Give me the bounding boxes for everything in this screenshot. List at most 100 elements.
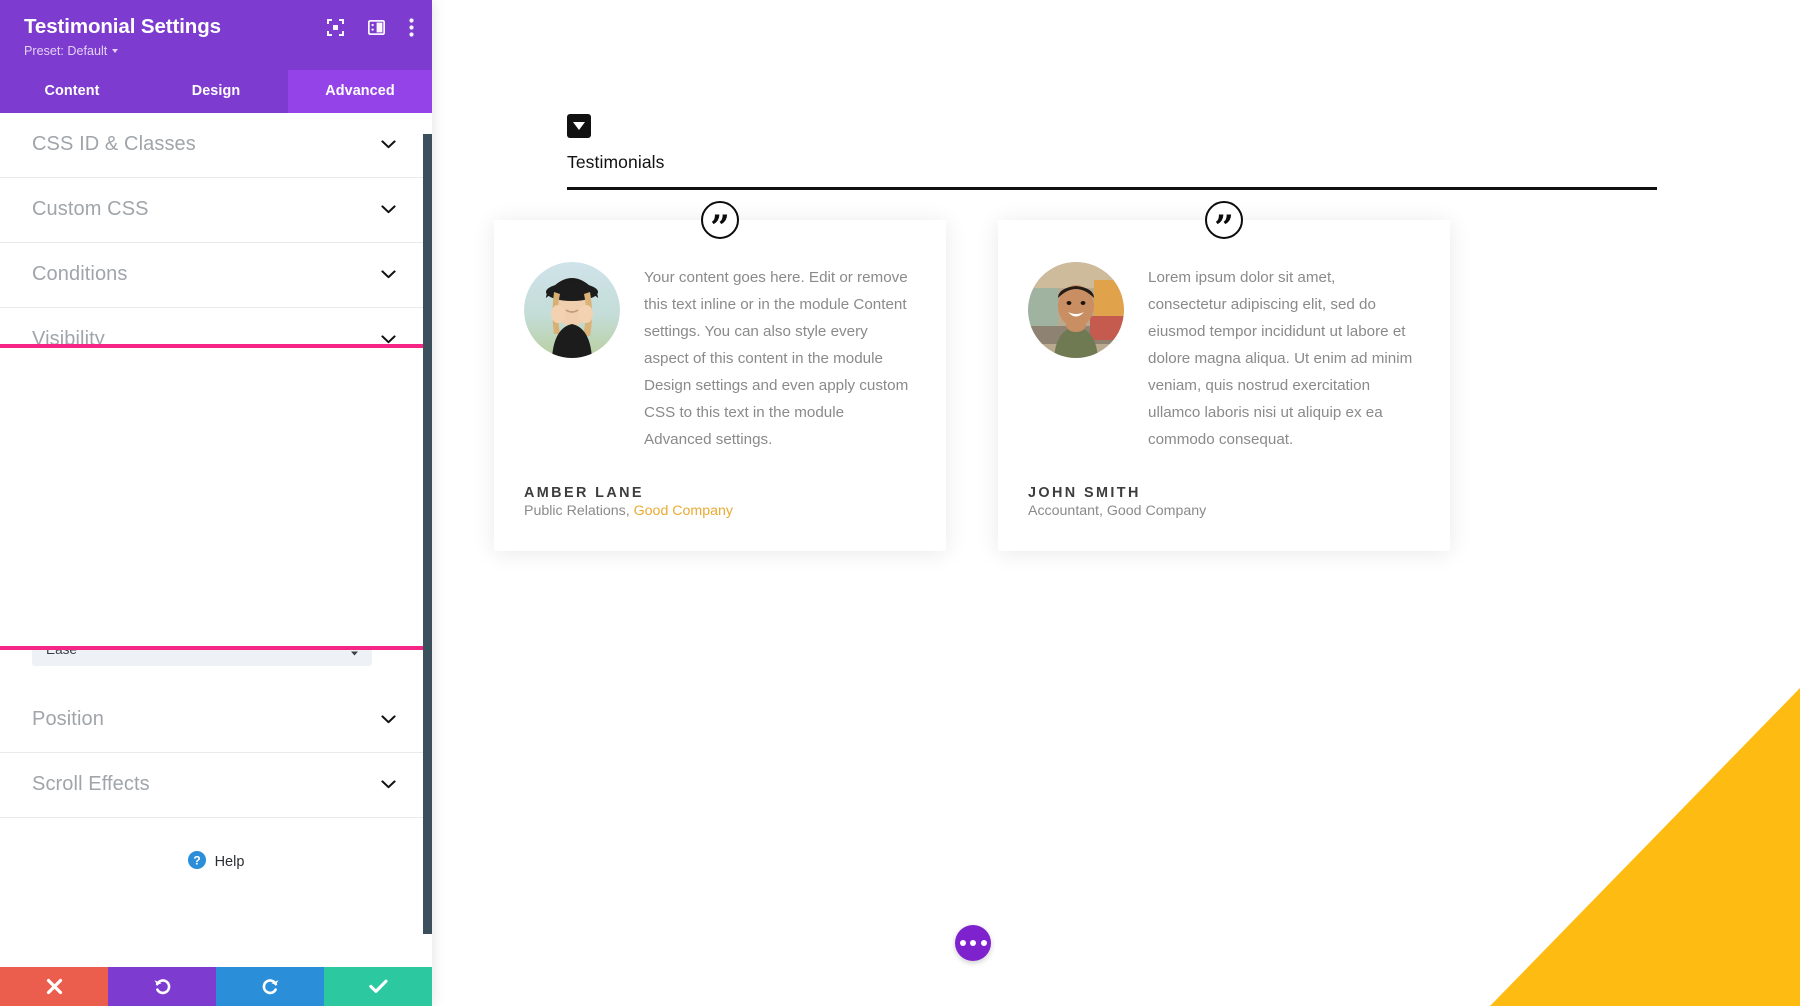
ellipsis-icon (970, 940, 976, 946)
transition-delay-slider[interactable] (27, 557, 298, 573)
redo-button[interactable] (216, 967, 324, 1006)
accordion-css-id-classes[interactable]: CSS ID & Classes (0, 112, 432, 178)
field-transition-delay: Transition Delay 0ms (0, 498, 432, 582)
panel-tabs: Content Design Advanced (0, 69, 432, 113)
section-title: Testimonials (567, 152, 665, 172)
chevron-down-icon (381, 266, 396, 284)
more-vertical-icon[interactable] (409, 18, 414, 37)
module-settings-panel: Testimonial Settings Preset: Default Con… (0, 0, 432, 1006)
tab-advanced[interactable]: Advanced (288, 69, 432, 113)
cancel-button[interactable] (0, 967, 108, 1006)
quote-icon: ” (701, 201, 739, 239)
redo-icon (262, 979, 279, 995)
transition-speed-curve-select[interactable]: Ease (32, 633, 372, 666)
transitions-header[interactable]: Transitions (0, 373, 432, 430)
testimonial-card[interactable]: ” (494, 201, 946, 551)
transition-delay-value[interactable]: 0ms (314, 549, 402, 580)
chevron-up-icon[interactable] (367, 397, 382, 415)
field-label: Transition Duration (32, 435, 156, 451)
corner-accent-triangle (1490, 688, 1800, 1006)
testimonial-body: Lorem ipsum dolor sit amet, consectetur … (1028, 262, 1416, 453)
section-header: Testimonials (567, 114, 1657, 190)
slider-row: 300ms (32, 465, 402, 496)
transition-duration-slider[interactable] (32, 473, 298, 489)
help-button[interactable]: ? Help (0, 818, 432, 874)
author-role: Accountant, Good Company (1028, 503, 1206, 519)
author-name: AMBER LANE (524, 485, 644, 501)
field-label: Transition Delay (32, 519, 137, 535)
transition-duration-value[interactable]: 300ms (314, 465, 402, 496)
testimonial-text: Your content goes here. Edit or remove t… (644, 269, 909, 449)
testimonial-author: JOHN SMITH Accountant, Good Company (1028, 485, 1206, 519)
panel-footer (0, 967, 432, 1006)
testimonial-card[interactable]: ” (998, 201, 1450, 551)
accordion-label: Position (32, 708, 104, 731)
accordion-position[interactable]: Position (0, 687, 432, 753)
author-role: Public Relations, Good Company (524, 503, 733, 519)
preset-label: Preset: Default (24, 43, 108, 58)
spinner-icon (350, 643, 359, 656)
select-value: Ease (46, 642, 77, 658)
testimonial-text: Lorem ipsum dolor sit amet, consectetur … (1148, 269, 1413, 449)
accordion-label: Custom CSS (32, 198, 149, 221)
field-transition-speed-curve: Transition Speed Curve Ease (0, 582, 432, 668)
author-name: JOHN SMITH (1028, 485, 1141, 501)
caret-down-icon (573, 122, 585, 130)
chevron-down-icon (381, 201, 396, 219)
transitions-header-icons (367, 395, 402, 417)
author-company-link[interactable]: Good Company (634, 503, 733, 519)
page-settings-fab[interactable] (955, 925, 991, 961)
accordion-custom-css[interactable]: Custom CSS (0, 177, 432, 243)
screen-root: Testimonial Settings Preset: Default Con… (0, 0, 1800, 1006)
avatar (524, 262, 620, 358)
ellipsis-icon (959, 940, 966, 946)
chevron-down-icon (381, 331, 396, 349)
accordion-scroll-effects[interactable]: Scroll Effects (0, 752, 432, 818)
testimonial-author: AMBER LANE Public Relations, Good Compan… (524, 485, 733, 519)
transitions-label: Transitions (32, 394, 131, 417)
undo-icon (153, 979, 170, 995)
chevron-down-icon (381, 776, 396, 794)
testimonial-body: Your content goes here. Edit or remove t… (524, 262, 912, 453)
panel-header-icons (327, 18, 414, 37)
accordion-conditions[interactable]: Conditions (0, 242, 432, 308)
quote-icon: ” (1205, 201, 1243, 239)
page-preview: Testimonials ” Your content goes here. E… (432, 0, 1800, 1006)
help-label: Help (214, 854, 245, 871)
accordion-transitions: Transitions Transition Duration 300ms Tr… (0, 372, 432, 688)
layout-panel-icon[interactable] (367, 19, 386, 36)
section-collapse-toggle[interactable] (567, 114, 591, 138)
focus-icon[interactable] (327, 19, 344, 36)
chevron-down-icon (381, 711, 396, 729)
chevron-down-icon (381, 136, 396, 154)
field-transition-duration: Transition Duration 300ms (0, 430, 432, 498)
ellipsis-icon (980, 940, 987, 946)
close-icon (46, 978, 62, 995)
question-circle-icon: ? (187, 850, 206, 874)
tab-design[interactable]: Design (144, 70, 288, 113)
slider-handle[interactable] (64, 473, 80, 489)
panel-body: CSS ID & Classes Custom CSS Conditions V… (0, 112, 432, 967)
author-role-text: Accountant, Good Company (1028, 503, 1207, 519)
author-role-text: Public Relations, (524, 503, 634, 519)
more-vertical-icon[interactable] (398, 395, 402, 417)
chevron-down-icon (112, 48, 119, 53)
accordion-label: CSS ID & Classes (32, 133, 196, 156)
preset-dropdown[interactable]: Preset: Default (24, 43, 119, 58)
panel-header: Testimonial Settings Preset: Default (0, 0, 432, 70)
slider-row: 0ms (27, 549, 402, 580)
panel-scrollbar[interactable] (423, 133, 432, 934)
field-label: Transition Speed Curve (32, 603, 183, 619)
accordion-visibility[interactable]: Visibility (0, 307, 432, 373)
svg-text:?: ? (193, 853, 200, 867)
check-icon (368, 979, 388, 993)
testimonials-row: ” Your content goes here. Edit or remove… (432, 188, 1800, 588)
accordion-label: Conditions (32, 263, 128, 286)
save-button[interactable] (324, 967, 432, 1006)
tab-content[interactable]: Content (0, 70, 144, 113)
accordion-label: Visibility (32, 328, 105, 351)
accordion-label: Scroll Effects (32, 773, 150, 796)
undo-button[interactable] (108, 967, 216, 1006)
avatar (1028, 262, 1124, 358)
slider-handle[interactable] (27, 557, 43, 573)
